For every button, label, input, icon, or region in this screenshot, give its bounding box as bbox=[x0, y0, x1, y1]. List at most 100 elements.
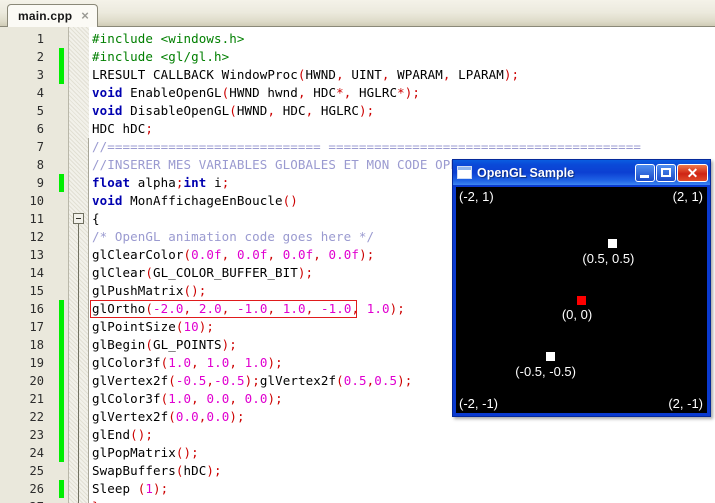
code-text: float alpha;int i; bbox=[92, 175, 230, 190]
change-bar bbox=[59, 318, 64, 336]
code-line[interactable]: 26 Sleep (1); bbox=[0, 480, 715, 498]
code-text: //============================ =========… bbox=[92, 139, 642, 154]
code-line[interactable]: 7 //============================ ========… bbox=[0, 138, 715, 156]
line-number: 18 bbox=[29, 338, 44, 352]
code-text: LRESULT CALLBACK WindowProc(HWND, UINT, … bbox=[92, 67, 520, 82]
change-bar bbox=[59, 66, 64, 84]
window-icon bbox=[457, 166, 472, 179]
line-number: 10 bbox=[29, 194, 44, 208]
change-bar bbox=[59, 480, 64, 498]
code-line[interactable]: 25 SwapBuffers(hDC); bbox=[0, 462, 715, 480]
line-number: 8 bbox=[36, 158, 44, 172]
opengl-sample-window[interactable]: OpenGL Sample (-2, 1) (2, 1) (-2, -1) (2, -… bbox=[452, 159, 711, 417]
fold-collapse-icon[interactable] bbox=[73, 213, 84, 224]
code-text: Sleep (1); bbox=[92, 481, 169, 496]
gl-point bbox=[577, 295, 586, 305]
code-line[interactable]: 5 void DisableOpenGL(HWND, HDC, HGLRC); bbox=[0, 102, 715, 120]
line-number: 17 bbox=[29, 320, 44, 334]
gl-point-label: (0, 0) bbox=[561, 307, 593, 322]
line-number: 13 bbox=[29, 248, 44, 262]
line-number: 16 bbox=[29, 302, 44, 316]
line-number: 19 bbox=[29, 356, 44, 370]
tab-strip: main.cpp × bbox=[0, 0, 715, 27]
code-line[interactable]: 24 glPopMatrix(); bbox=[0, 444, 715, 462]
line-number: 26 bbox=[29, 482, 44, 496]
line-number: 25 bbox=[29, 464, 44, 478]
gl-point-label: (0.5, 0.5) bbox=[582, 250, 635, 266]
tab-main-cpp[interactable]: main.cpp × bbox=[7, 4, 98, 27]
code-line[interactable]: 1 #include <windows.h> bbox=[0, 30, 715, 48]
line-number: 5 bbox=[36, 104, 44, 118]
code-text: { bbox=[92, 211, 100, 226]
line-number: 22 bbox=[29, 410, 44, 424]
change-bar bbox=[59, 426, 64, 444]
line-number: 6 bbox=[36, 122, 44, 136]
code-line[interactable]: 27} bbox=[0, 498, 715, 503]
close-icon[interactable] bbox=[677, 163, 708, 182]
code-text: glClearColor(0.0f, 0.0f, 0.0f, 0.0f); bbox=[92, 247, 375, 262]
window-title-bar[interactable]: OpenGL Sample bbox=[453, 160, 710, 185]
close-icon[interactable]: × bbox=[81, 9, 89, 23]
change-bar bbox=[59, 408, 64, 426]
window-title: OpenGL Sample bbox=[477, 165, 575, 180]
line-number: 2 bbox=[36, 50, 44, 64]
tab-label: main.cpp bbox=[18, 9, 73, 23]
line-number: 3 bbox=[36, 68, 44, 82]
change-bar bbox=[59, 390, 64, 408]
change-bar bbox=[59, 174, 64, 192]
code-line[interactable]: 3 LRESULT CALLBACK WindowProc(HWND, UINT,… bbox=[0, 66, 715, 84]
line-number: 20 bbox=[29, 374, 44, 388]
code-text: void MonAffichageEnBoucle() bbox=[92, 193, 298, 208]
change-bar bbox=[59, 372, 64, 390]
code-text: glColor3f(1.0, 0.0, 0.0); bbox=[92, 391, 283, 406]
line-number: 14 bbox=[29, 266, 44, 280]
maximize-icon[interactable] bbox=[656, 163, 676, 182]
code-text: void EnableOpenGL(HWND hwnd, HDC*, HGLRC… bbox=[92, 85, 421, 100]
code-text: glVertex2f(-0.5,-0.5);glVertex2f(0.5,0.5… bbox=[92, 373, 413, 388]
change-bar bbox=[59, 48, 64, 66]
canvas-corner-label: (-2, -1) bbox=[459, 396, 498, 411]
code-text: glPushMatrix(); bbox=[92, 283, 207, 298]
fold-guide-line bbox=[78, 224, 79, 503]
canvas-corner-label: (2, 1) bbox=[672, 189, 703, 204]
line-number: 7 bbox=[36, 140, 44, 154]
code-text: SwapBuffers(hDC); bbox=[92, 463, 222, 478]
code-text: HDC hDC; bbox=[92, 121, 154, 136]
line-number: 15 bbox=[29, 284, 44, 298]
code-text: glOrtho(-2.0, 2.0, -1.0, 1.0, -1.0, 1.0)… bbox=[92, 301, 405, 316]
code-line[interactable]: 2 #include <gl/gl.h> bbox=[0, 48, 715, 66]
line-number: 4 bbox=[36, 86, 44, 100]
code-text: void DisableOpenGL(HWND, HDC, HGLRC); bbox=[92, 103, 375, 118]
line-number: 9 bbox=[36, 176, 44, 190]
code-text: } bbox=[92, 498, 100, 503]
line-number: 11 bbox=[29, 212, 44, 226]
change-bar bbox=[59, 336, 64, 354]
code-text: #include <gl/gl.h> bbox=[92, 49, 230, 64]
line-number: 23 bbox=[29, 428, 44, 442]
code-text: glClear(GL_COLOR_BUFFER_BIT); bbox=[92, 265, 314, 280]
opengl-canvas[interactable]: (-2, 1) (2, 1) (-2, -1) (2, -1) (0.5, 0.5) (0… bbox=[456, 187, 707, 413]
canvas-corner-label: (2, -1) bbox=[668, 396, 703, 411]
gl-point bbox=[545, 352, 555, 361]
line-number: 21 bbox=[29, 392, 44, 406]
code-text: #include <windows.h> bbox=[92, 31, 245, 46]
code-line[interactable]: 6 HDC hDC; bbox=[0, 120, 715, 138]
canvas-corner-label: (-2, 1) bbox=[459, 189, 494, 204]
code-line[interactable]: 4 void EnableOpenGL(HWND hwnd, HDC*, HGLR… bbox=[0, 84, 715, 102]
line-number: 27 bbox=[0, 498, 44, 503]
gl-point bbox=[608, 239, 618, 248]
code-text: glVertex2f(0.0,0.0); bbox=[92, 409, 245, 424]
line-number: 24 bbox=[29, 446, 44, 460]
change-bar bbox=[59, 444, 64, 462]
code-text: glEnd(); bbox=[92, 427, 154, 442]
code-text: glBegin(GL_POINTS); bbox=[92, 337, 237, 352]
code-text: glColor3f(1.0, 1.0, 1.0); bbox=[92, 355, 283, 370]
line-number: 1 bbox=[36, 32, 44, 46]
code-text: glPopMatrix(); bbox=[92, 445, 199, 460]
code-line[interactable]: 23 glEnd(); bbox=[0, 426, 715, 444]
change-bar bbox=[59, 300, 64, 318]
gl-point-label: (-0.5, -0.5) bbox=[515, 363, 576, 379]
code-text: glPointSize(10); bbox=[92, 319, 215, 334]
code-text: /* OpenGL animation code goes here */ bbox=[92, 229, 375, 244]
minimize-icon[interactable] bbox=[635, 163, 655, 182]
